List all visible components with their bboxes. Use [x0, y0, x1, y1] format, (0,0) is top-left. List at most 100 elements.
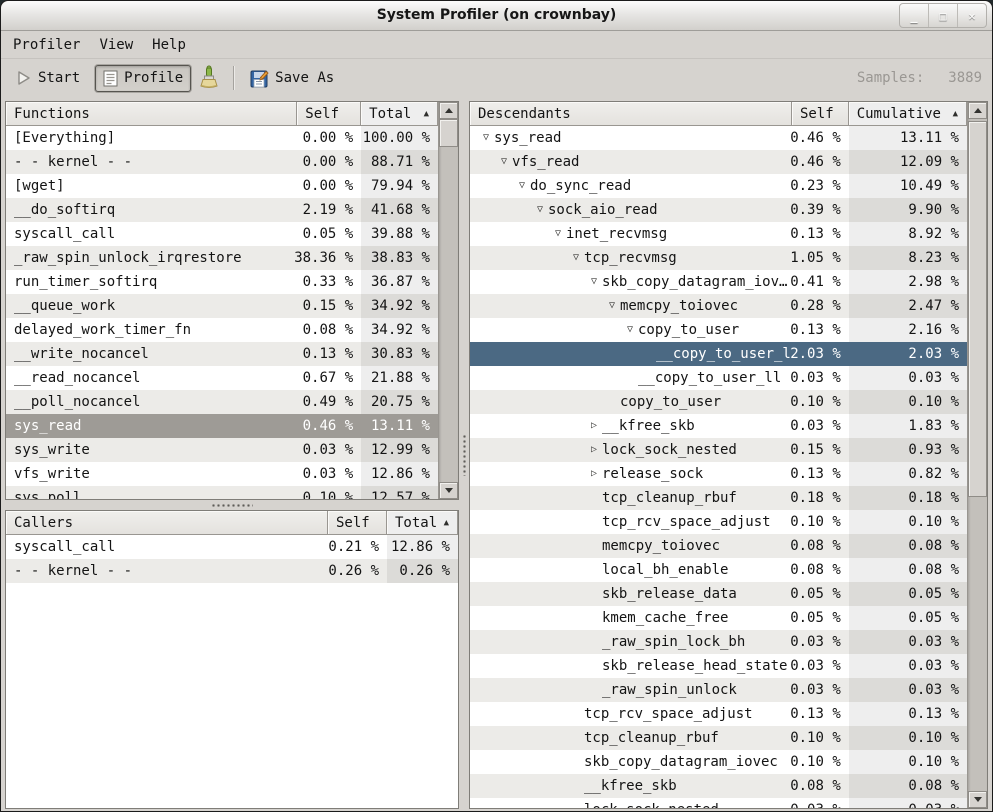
scroll-up-button[interactable]: [439, 102, 458, 119]
tree-row[interactable]: memcpy_toiovec0.08 %0.08 %: [470, 534, 967, 558]
tree-row[interactable]: ▽vfs_read0.46 %12.09 %: [470, 150, 967, 174]
tree-row[interactable]: ▽inet_recvmsg0.13 %8.92 %: [470, 222, 967, 246]
descendants-scrollbar[interactable]: [967, 102, 987, 808]
tree-row[interactable]: copy_to_user0.10 %0.10 %: [470, 390, 967, 414]
tree-row[interactable]: ▽memcpy_toiovec0.28 %2.47 %: [470, 294, 967, 318]
table-row[interactable]: - - kernel - -0.00 %88.71 %: [6, 150, 438, 174]
tree-row[interactable]: skb_release_data0.05 %0.05 %: [470, 582, 967, 606]
table-row[interactable]: __write_nocancel0.13 %30.83 %: [6, 342, 438, 366]
tree-indent: [478, 594, 586, 595]
table-row[interactable]: run_timer_softirq0.33 %36.87 %: [6, 270, 438, 294]
table-row[interactable]: __poll_nocancel0.49 %20.75 %: [6, 390, 438, 414]
table-row[interactable]: sys_read0.46 %13.11 %: [6, 414, 438, 438]
vertical-splitter[interactable]: [459, 101, 469, 809]
tree-row[interactable]: skb_copy_datagram_iovec0.10 %0.10 %: [470, 750, 967, 774]
scrollbar-track[interactable]: [968, 119, 987, 791]
total-percent: 8.23 %: [849, 246, 967, 270]
tree-row[interactable]: lock_sock_nested0.03 %0.03 %: [470, 798, 967, 808]
tree-row[interactable]: ▽sock_aio_read0.39 %9.90 %: [470, 198, 967, 222]
total-column-header[interactable]: Total▲: [361, 102, 438, 126]
functions-scrollbar[interactable]: [438, 102, 458, 499]
table-row[interactable]: sys_poll0.10 %12.57 %: [6, 486, 438, 499]
total-column-header[interactable]: Total▲: [387, 511, 458, 535]
tree-row[interactable]: ▷release_sock0.13 %0.82 %: [470, 462, 967, 486]
table-row[interactable]: sys_write0.03 %12.99 %: [6, 438, 438, 462]
expander-open-icon[interactable]: ▽: [532, 198, 548, 222]
functions-column-header[interactable]: Functions: [6, 102, 297, 126]
tree-row[interactable]: __copy_to_user_ll0.03 %0.03 %: [470, 366, 967, 390]
table-row[interactable]: [Everything]0.00 %100.00 %: [6, 126, 438, 150]
tree-row[interactable]: ▷lock_sock_nested0.15 %0.93 %: [470, 438, 967, 462]
tree-row[interactable]: ▽sys_read0.46 %13.11 %: [470, 126, 967, 150]
start-button[interactable]: Start: [9, 66, 87, 90]
horizontal-splitter[interactable]: [5, 500, 459, 510]
table-row[interactable]: vfs_write0.03 %12.86 %: [6, 462, 438, 486]
samples-value: 3889: [948, 70, 982, 86]
expander-closed-icon[interactable]: ▷: [586, 414, 602, 438]
expander-open-icon[interactable]: ▽: [604, 294, 620, 318]
expander-closed-icon[interactable]: ▷: [586, 462, 602, 486]
splitter-grip-icon: [462, 434, 467, 476]
scroll-up-button[interactable]: [968, 102, 987, 119]
expander-closed-icon[interactable]: ▷: [586, 438, 602, 462]
table-row[interactable]: __queue_work0.15 %34.92 %: [6, 294, 438, 318]
expander-open-icon[interactable]: ▽: [622, 318, 638, 342]
total-percent: 0.03 %: [849, 366, 967, 390]
table-row[interactable]: syscall_call0.21 %12.86 %: [6, 535, 458, 559]
expander-open-icon[interactable]: ▽: [586, 270, 602, 294]
tree-row[interactable]: local_bh_enable0.08 %0.08 %: [470, 558, 967, 582]
cumulative-column-header[interactable]: Cumulative▲: [849, 102, 967, 126]
table-row[interactable]: [wget]0.00 %79.94 %: [6, 174, 438, 198]
tree-row[interactable]: kmem_cache_free0.05 %0.05 %: [470, 606, 967, 630]
tree-row[interactable]: skb_release_head_state0.03 %0.03 %: [470, 654, 967, 678]
self-column-header[interactable]: Self: [297, 102, 361, 126]
tree-row[interactable]: __kfree_skb0.08 %0.08 %: [470, 774, 967, 798]
menu-profiler[interactable]: Profiler: [13, 37, 80, 53]
self-percent: 0.33 %: [297, 270, 361, 294]
tree-row[interactable]: ▽skb_copy_datagram_iov…0.41 %2.98 %: [470, 270, 967, 294]
tree-row[interactable]: ▽tcp_recvmsg1.05 %8.23 %: [470, 246, 967, 270]
expander-open-icon[interactable]: ▽: [496, 150, 512, 174]
save-as-button[interactable]: Save As: [243, 65, 341, 92]
callers-column-header[interactable]: Callers: [6, 511, 328, 535]
tree-row[interactable]: ▽copy_to_user0.13 %2.16 %: [470, 318, 967, 342]
minimize-button[interactable]: _: [900, 4, 928, 27]
tree-indent: [478, 402, 604, 403]
table-row[interactable]: _raw_spin_unlock_irqrestore38.36 %38.83 …: [6, 246, 438, 270]
table-row[interactable]: - - kernel - -0.26 %0.26 %: [6, 559, 458, 583]
title-bar[interactable]: System Profiler (on crownbay) _ □ ✕: [1, 1, 992, 31]
menu-help[interactable]: Help: [152, 37, 186, 53]
scrollbar-track[interactable]: [439, 119, 458, 482]
maximize-button[interactable]: □: [928, 4, 957, 27]
tree-row[interactable]: tcp_cleanup_rbuf0.18 %0.18 %: [470, 486, 967, 510]
tree-row[interactable]: ▷__kfree_skb0.03 %1.83 %: [470, 414, 967, 438]
descendants-column-header[interactable]: Descendants: [470, 102, 792, 126]
close-button[interactable]: ✕: [957, 4, 986, 27]
self-percent: 0.10 %: [792, 390, 849, 414]
tree-row[interactable]: _raw_spin_unlock0.03 %0.03 %: [470, 678, 967, 702]
expander-open-icon[interactable]: ▽: [478, 126, 494, 150]
expander-open-icon[interactable]: ▽: [550, 222, 566, 246]
tree-row[interactable]: tcp_cleanup_rbuf0.10 %0.10 %: [470, 726, 967, 750]
reset-brush-button[interactable]: [191, 61, 227, 95]
table-row[interactable]: delayed_work_timer_fn0.08 %34.92 %: [6, 318, 438, 342]
scrollbar-thumb[interactable]: [968, 121, 987, 497]
profile-toggle-button[interactable]: Profile: [95, 65, 191, 92]
expander-open-icon[interactable]: ▽: [514, 174, 530, 198]
tree-row[interactable]: _raw_spin_lock_bh0.03 %0.03 %: [470, 630, 967, 654]
tree-row[interactable]: __copy_to_user_ll2.03 %2.03 %: [470, 342, 967, 366]
tree-row[interactable]: ▽do_sync_read0.23 %10.49 %: [470, 174, 967, 198]
symbol-label: __copy_to_user_ll: [638, 370, 781, 386]
table-row[interactable]: syscall_call0.05 %39.88 %: [6, 222, 438, 246]
scroll-down-button[interactable]: [968, 791, 987, 808]
tree-row[interactable]: tcp_rcv_space_adjust0.13 %0.13 %: [470, 702, 967, 726]
menu-view[interactable]: View: [99, 37, 133, 53]
table-row[interactable]: __read_nocancel0.67 %21.88 %: [6, 366, 438, 390]
self-column-header[interactable]: Self: [792, 102, 849, 126]
scrollbar-thumb[interactable]: [439, 119, 458, 147]
tree-row[interactable]: tcp_rcv_space_adjust0.10 %0.10 %: [470, 510, 967, 534]
scroll-down-button[interactable]: [439, 482, 458, 499]
table-row[interactable]: __do_softirq2.19 %41.68 %: [6, 198, 438, 222]
self-column-header[interactable]: Self: [328, 511, 387, 535]
expander-open-icon[interactable]: ▽: [568, 246, 584, 270]
